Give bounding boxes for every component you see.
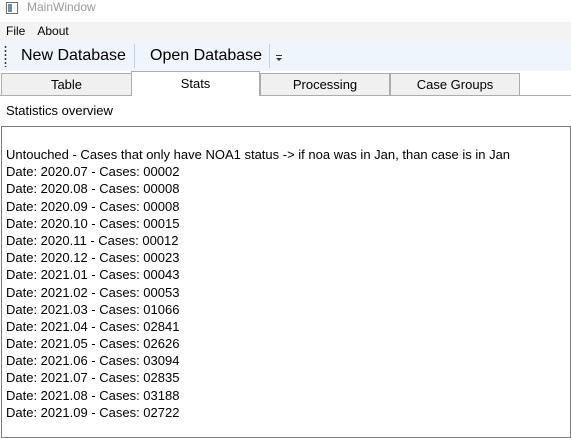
statistics-line: Date: 2021.04 - Cases: 02841 [6, 318, 180, 334]
tab-stats[interactable]: Stats [131, 71, 260, 96]
statistics-line: Date: 2021.06 - Cases: 03094 [6, 353, 180, 369]
statistics-textbox[interactable]: Untouched - Cases that only have NOA1 st… [1, 126, 571, 438]
statistics-line: Date: 2021.09 - Cases: 02722 [6, 404, 180, 420]
tab-strip-divider [0, 95, 571, 96]
window-title: MainWindow [27, 0, 96, 14]
statistics-line: Date: 2020.08 - Cases: 00008 [6, 181, 180, 197]
statistics-description-line: Untouched - Cases that only have NOA1 st… [6, 147, 511, 162]
statistics-line: Date: 2021.02 - Cases: 00053 [6, 284, 180, 300]
title-bar[interactable]: MainWindow [0, 0, 571, 22]
menu-about[interactable]: About [31, 22, 74, 41]
tab-strip: Table Stats Processing Case Groups [0, 71, 571, 96]
statistics-overview-label: Statistics overview [6, 103, 113, 118]
open-database-button[interactable]: Open Database [150, 44, 262, 68]
statistics-line: Date: 2020.12 - Cases: 00023 [6, 250, 180, 266]
toolbar-separator [269, 44, 270, 68]
statistics-line: Date: 2021.01 - Cases: 00043 [6, 267, 180, 283]
statistics-text: Untouched - Cases that only have NOA1 st… [6, 146, 510, 421]
window-app-icon [6, 2, 18, 14]
statistics-line: Date: 2020.07 - Cases: 00002 [6, 164, 180, 180]
statistics-line: Date: 2020.10 - Cases: 00015 [6, 215, 180, 231]
toolbar-separator [134, 44, 135, 68]
menu-bar: File About [0, 22, 571, 41]
statistics-line: Date: 2021.08 - Cases: 03188 [6, 387, 180, 403]
toolbar: New Database Open Database [0, 41, 571, 71]
statistics-line: Date: 2021.03 - Cases: 01066 [6, 301, 180, 317]
tab-table[interactable]: Table [1, 73, 132, 95]
toolbar-overflow-icon[interactable] [275, 54, 283, 65]
new-database-button[interactable]: New Database [21, 44, 126, 68]
statistics-line: Date: 2020.11 - Cases: 00012 [6, 232, 179, 248]
main-window: MainWindow File About New Database Open … [0, 0, 571, 438]
toolbar-grip-handle[interactable] [4, 45, 7, 67]
statistics-line: Date: 2020.09 - Cases: 00008 [6, 198, 180, 214]
statistics-line: Date: 2021.05 - Cases: 02626 [6, 336, 180, 352]
statistics-line: Date: 2021.07 - Cases: 02835 [6, 370, 180, 386]
menu-file[interactable]: File [0, 22, 31, 41]
tab-processing[interactable]: Processing [260, 73, 390, 95]
tab-case-groups[interactable]: Case Groups [390, 73, 520, 95]
